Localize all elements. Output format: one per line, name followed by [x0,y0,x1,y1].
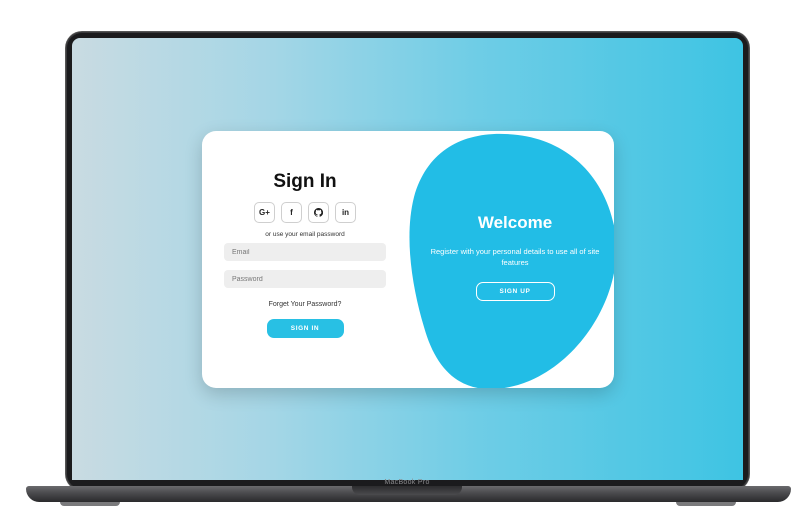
auth-card: Sign In G+ f in or use your email passwo… [202,131,614,388]
facebook-button[interactable]: f [281,202,302,223]
facebook-icon: f [290,208,293,217]
email-input[interactable] [224,243,386,261]
forgot-password-link[interactable]: Forget Your Password? [269,301,342,308]
github-icon [314,208,323,217]
signin-panel: Sign In G+ f in or use your email passwo… [202,131,408,388]
welcome-text: Register with your personal details to u… [430,247,600,267]
linkedin-button[interactable]: in [335,202,356,223]
sign-in-button[interactable]: SIGN IN [266,319,344,338]
laptop-notch [352,486,462,495]
laptop-foot-right [676,502,736,506]
google-plus-button[interactable]: G+ [254,202,275,223]
github-button[interactable] [308,202,329,223]
sign-up-button[interactable]: SIGN UP [475,282,555,301]
email-hint: or use your email password [265,231,345,238]
device-label: MacBook Pro [384,479,430,486]
laptop-screen: Sign In G+ f in or use your email passwo… [72,38,743,480]
welcome-title: Welcome [477,213,553,232]
laptop-foot-left [60,502,120,506]
google-plus-icon: G+ [259,208,270,217]
welcome-panel: Welcome Register with your personal deta… [422,131,608,388]
linkedin-icon: in [341,208,350,217]
social-buttons: G+ f in [254,202,356,223]
password-input[interactable] [224,270,386,288]
signin-title: Sign In [273,171,337,192]
